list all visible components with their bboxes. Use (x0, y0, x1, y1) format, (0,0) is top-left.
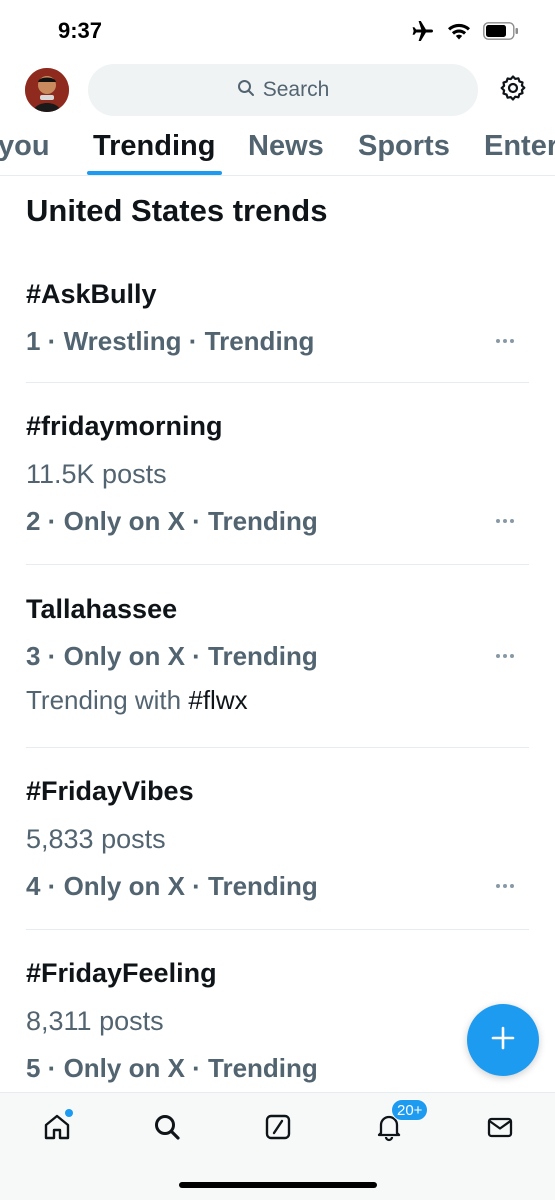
status-icons (411, 20, 519, 42)
tab-sports[interactable]: Sports (358, 130, 450, 163)
nav-messages[interactable] (480, 1109, 520, 1149)
airplane-icon (411, 20, 435, 42)
tab-for-you[interactable]: you (0, 130, 50, 163)
tab-news[interactable]: News (248, 130, 324, 163)
trend-meta: 1 · Wrestling · Trending (26, 326, 315, 356)
trend-meta: 4 · Only on X · Trending (26, 871, 318, 901)
trending-with: Trending with #flwx (26, 685, 248, 716)
active-tab-indicator (87, 171, 222, 175)
more-options-button[interactable] (496, 516, 520, 526)
trend-item[interactable]: #FridayFeeling 8,311 posts 5 · Only on X… (0, 930, 555, 1090)
compose-post-button[interactable] (467, 1004, 539, 1076)
explore-tabs: you Trending News Sports Enter (0, 118, 555, 176)
trend-name: #FridayVibes (26, 776, 194, 806)
search-placeholder: Search (262, 78, 330, 101)
trend-item[interactable]: Tallahassee 3 · Only on X · Trending Tre… (0, 565, 555, 747)
trend-item[interactable]: #AskBully 1 · Wrestling · Trending (0, 270, 555, 382)
trend-item[interactable]: #FridayVibes 5,833 posts 4 · Only on X ·… (0, 748, 555, 929)
nav-notifications[interactable]: 20+ (369, 1099, 429, 1149)
nav-grok[interactable] (258, 1109, 298, 1149)
section-title: United States trends (26, 193, 328, 228)
tab-entertainment[interactable]: Enter (484, 130, 555, 163)
trend-meta: 5 · Only on X · Trending (26, 1053, 318, 1083)
trend-post-count: 5,833 posts (26, 824, 166, 854)
status-bar: 9:37 (0, 0, 555, 62)
trend-meta: 2 · Only on X · Trending (26, 506, 318, 536)
trend-item[interactable]: #fridaymorning 11.5K posts 2 · Only on X… (0, 383, 555, 564)
plus-icon (490, 1025, 516, 1056)
search-icon (237, 79, 255, 102)
more-options-button[interactable] (496, 336, 520, 346)
avatar[interactable] (25, 68, 69, 112)
nav-home[interactable] (37, 1109, 77, 1149)
home-indicator (179, 1182, 377, 1188)
nav-explore[interactable] (147, 1109, 187, 1149)
trend-name: #AskBully (26, 279, 157, 309)
settings-button[interactable] (496, 73, 530, 107)
trending-with-label: Trending with (26, 685, 182, 715)
gear-icon (499, 74, 527, 107)
mail-icon (485, 1112, 515, 1147)
trend-name: #FridayFeeling (26, 958, 217, 988)
more-options-button[interactable] (496, 881, 520, 891)
trend-post-count: 8,311 posts (26, 1006, 164, 1036)
trend-post-count: 11.5K posts (26, 459, 167, 489)
home-notification-dot (65, 1109, 73, 1117)
wifi-icon (447, 22, 471, 40)
search-input[interactable]: Search (88, 64, 478, 116)
tab-trending[interactable]: Trending (93, 130, 215, 163)
grok-icon (263, 1112, 293, 1147)
trend-meta: 3 · Only on X · Trending (26, 641, 318, 671)
search-icon (152, 1112, 182, 1147)
more-options-button[interactable] (496, 651, 520, 661)
status-time: 9:37 (58, 18, 103, 43)
notifications-badge: 20+ (391, 1099, 429, 1121)
trend-name: #fridaymorning (26, 411, 223, 441)
trend-name: Tallahassee (26, 594, 178, 624)
battery-icon (483, 22, 519, 40)
top-header: Search (0, 62, 555, 118)
trending-with-hashtag[interactable]: #flwx (188, 685, 247, 715)
